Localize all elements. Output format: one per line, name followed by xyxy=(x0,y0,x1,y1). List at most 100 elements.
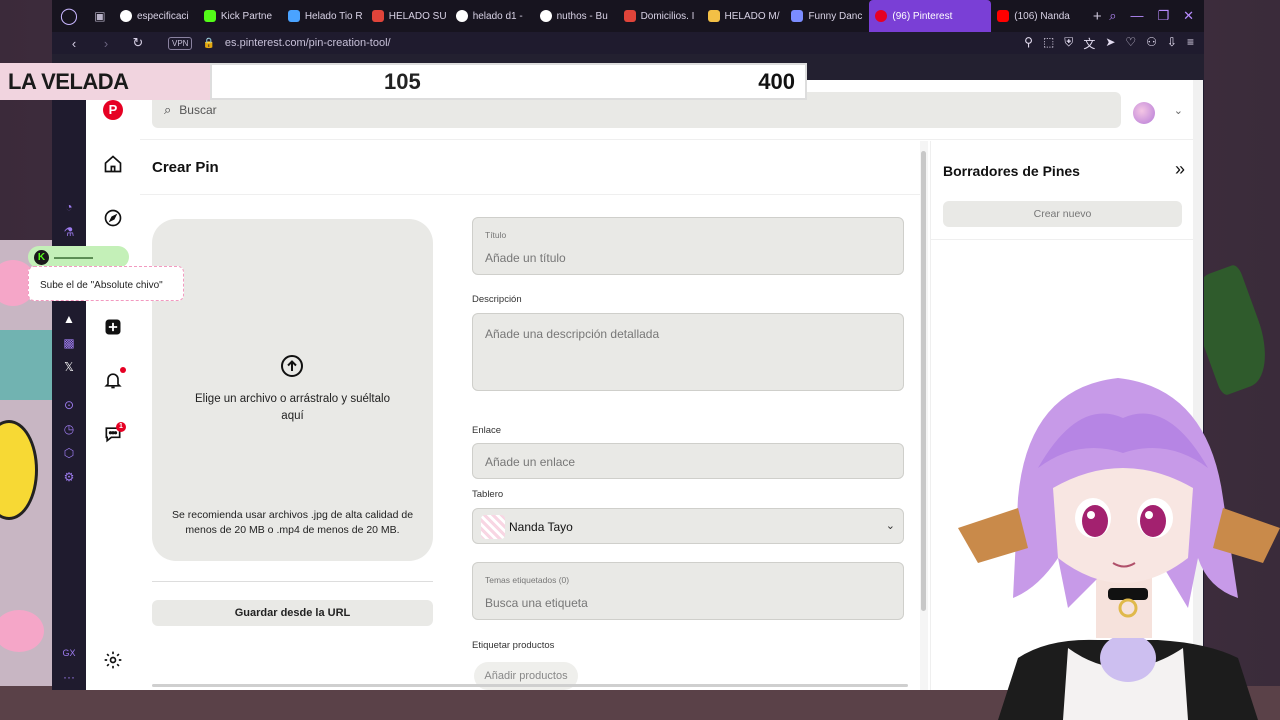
collapse-chevron-icon[interactable]: » xyxy=(1175,159,1185,180)
pin-icon[interactable]: ⚲ xyxy=(1024,35,1033,52)
close-icon[interactable]: ✕ xyxy=(1183,8,1194,24)
board-thumbnail xyxy=(481,515,505,539)
tab-label: Funny Danc xyxy=(808,10,863,22)
youtube-favicon-icon xyxy=(997,10,1010,22)
tab-bar: ◯ ▣ especificaci Kick Partne Helado Tio … xyxy=(52,0,1204,32)
board-select[interactable]: Nanda Tayo ⌄ xyxy=(472,508,904,544)
download-icon[interactable]: ⇩ xyxy=(1167,35,1177,52)
history-icon[interactable]: ◔ xyxy=(52,200,86,214)
browser-tab[interactable]: HELADO M/ xyxy=(702,0,786,32)
more-icon[interactable]: ··· xyxy=(52,670,86,684)
scrollbar-thumb[interactable] xyxy=(921,151,926,611)
shelf-decoration xyxy=(0,330,52,400)
create-new-draft-button[interactable]: Crear nuevo xyxy=(943,201,1182,227)
avatar[interactable] xyxy=(1133,102,1155,124)
browser-tab[interactable]: helado d1 - xyxy=(450,0,534,32)
title-field[interactable]: Título Añade un título xyxy=(472,217,904,275)
settings-gear-icon[interactable]: ⚙ xyxy=(52,470,86,484)
browser-tab[interactable]: Domicilios. I xyxy=(618,0,702,32)
chevron-down-icon: ⌄ xyxy=(885,520,895,532)
home-icon[interactable] xyxy=(101,152,125,176)
tab-favicon-icon xyxy=(539,10,552,22)
tab-label: nuthos - Bu xyxy=(556,10,608,22)
new-tab-icon[interactable]: + xyxy=(1085,8,1109,25)
pinterest-nav: P 1 xyxy=(86,80,140,690)
x-twitter-icon[interactable]: 𝕏 xyxy=(52,360,86,374)
restore-icon[interactable]: ❐ xyxy=(1157,8,1169,24)
create-pin-main: Crear Pin Elige un archivo o arrástralo … xyxy=(140,141,920,690)
tags-label: Temas etiquetados (0) xyxy=(485,575,570,585)
snapshot-icon[interactable]: ⬚ xyxy=(1043,35,1054,52)
scrollbar-track xyxy=(152,684,908,687)
tab-label: helado d1 - xyxy=(472,10,523,22)
link-placeholder: Añade un enlace xyxy=(485,455,576,469)
products-label: Etiquetar productos xyxy=(472,640,555,651)
tab-label: Kick Partne xyxy=(220,10,273,22)
upload-dropzone[interactable]: Elige un archivo o arrástralo y suéltalo… xyxy=(152,219,433,561)
tab-favicon-icon xyxy=(203,10,216,22)
board-label: Tablero xyxy=(472,489,504,500)
twitch-icon[interactable]: ▩ xyxy=(52,336,86,350)
horizontal-scrollbar[interactable] xyxy=(140,680,920,690)
browser-tab[interactable]: HELADO SU xyxy=(366,0,450,32)
plush-pink-2 xyxy=(0,610,44,652)
flask-icon[interactable]: ⚗ xyxy=(52,225,86,239)
browser-tab[interactable]: nuthos - Bu xyxy=(534,0,618,32)
lock-icon[interactable]: 🔒 xyxy=(202,38,214,49)
browser-tab[interactable]: especificaci xyxy=(114,0,198,32)
board-selected-value: Nanda Tayo xyxy=(509,520,573,534)
upload-recommendation: Se recomienda usar archivos .jpg de alta… xyxy=(171,509,414,536)
translate-icon[interactable]: 文 xyxy=(1083,35,1095,52)
search-tabs-icon[interactable]: ⌕ xyxy=(1109,8,1116,24)
page-title: Crear Pin xyxy=(152,159,219,176)
description-field[interactable]: Añade una descripción detallada xyxy=(472,313,904,391)
tab-list-icon[interactable]: ▣ xyxy=(86,0,114,32)
player-icon[interactable]: ⊙ xyxy=(52,398,86,412)
wallet-icon[interactable]: ⚇ xyxy=(1146,35,1157,52)
shield-icon[interactable]: ⛨ xyxy=(1064,35,1073,52)
tab-label: HELADO M/ xyxy=(724,10,780,22)
form-scrollbar[interactable] xyxy=(920,141,928,690)
create-plus-icon[interactable] xyxy=(101,315,125,339)
gx-icon[interactable]: GX xyxy=(52,648,86,658)
search-placeholder: Buscar xyxy=(179,103,217,117)
back-icon[interactable]: ‹ xyxy=(64,36,84,51)
browser-tab[interactable]: Kick Partne xyxy=(198,0,282,32)
notification-dot xyxy=(120,367,126,373)
browser-tab[interactable]: Funny Danc xyxy=(785,0,869,32)
chevron-down-icon[interactable]: ⌄ xyxy=(1174,104,1183,117)
browser-tab[interactable]: (106) Nanda xyxy=(991,0,1085,32)
heart-icon[interactable]: ♡ xyxy=(1125,35,1136,52)
tags-field[interactable]: Temas etiquetados (0) Busca una etiqueta xyxy=(472,562,904,620)
tab-label: especificaci xyxy=(136,10,189,22)
settings-icon[interactable] xyxy=(101,648,125,672)
pinterest-logo-icon[interactable]: P xyxy=(103,100,123,120)
toolbar-icons: ⚲ ⬚ ⛨ 文 ➤ ♡ ⚇ ⇩ ≡ xyxy=(1024,35,1204,52)
browser-tab-active[interactable]: (96) Pinterest xyxy=(869,0,992,32)
extensions-icon[interactable]: ⬡ xyxy=(52,446,86,460)
explore-compass-icon[interactable] xyxy=(101,206,125,230)
description-label: Descripción xyxy=(472,294,522,305)
aria-icon[interactable]: ▲ xyxy=(52,312,86,326)
window-controls: ⌕ — ❐ ✕ xyxy=(1109,8,1204,24)
forward-icon[interactable]: › xyxy=(96,36,116,51)
reload-icon[interactable]: ↻ xyxy=(128,35,148,51)
tab-favicon-icon xyxy=(455,10,468,22)
drafts-title: Borradores de Pines xyxy=(943,163,1080,179)
stream-room-left xyxy=(0,240,52,700)
clock-icon[interactable]: ◷ xyxy=(52,422,86,436)
address-bar: ‹ › ↻ VPN 🔒 es.pinterest.com/pin-creatio… xyxy=(52,32,1204,54)
vpn-badge[interactable]: VPN xyxy=(168,36,193,50)
browser-tab[interactable]: Helado Tio R xyxy=(282,0,366,32)
menu-icon[interactable]: ≡ xyxy=(1187,35,1194,52)
opera-logo-icon[interactable]: ◯ xyxy=(52,0,86,32)
tab-label: (106) Nanda xyxy=(1014,10,1070,22)
minimize-icon[interactable]: — xyxy=(1130,8,1143,24)
url-field[interactable]: es.pinterest.com/pin-creation-tool/ xyxy=(225,37,391,49)
plush-yellow xyxy=(0,420,38,520)
save-from-url-button[interactable]: Guardar desde la URL xyxy=(152,600,433,626)
send-icon[interactable]: ➤ xyxy=(1105,35,1115,52)
tab-favicon-icon xyxy=(371,10,384,22)
link-field[interactable]: Añade un enlace xyxy=(472,443,904,479)
tab-label: Domicilios. I xyxy=(640,10,695,22)
